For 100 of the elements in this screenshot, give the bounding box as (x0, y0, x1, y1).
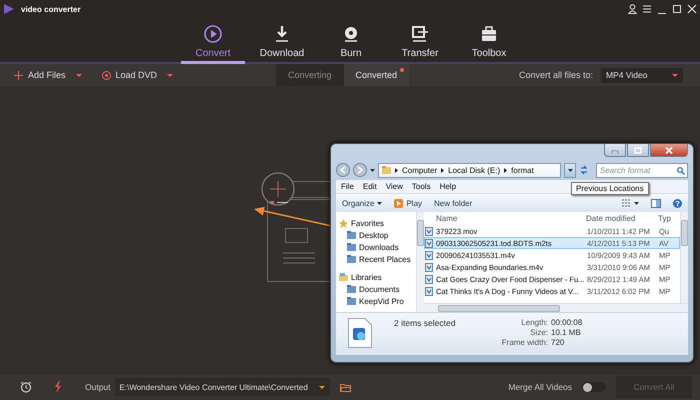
nav-pane-item[interactable]: Recent Places (344, 253, 411, 265)
column-header[interactable]: Date modified (586, 214, 658, 223)
segment-tab[interactable]: Converted (344, 64, 410, 86)
menu-item[interactable]: View (386, 180, 403, 193)
chevron-icon (395, 168, 398, 172)
video-file-icon (425, 262, 433, 272)
output-label: Output (85, 382, 111, 392)
scrollbar[interactable] (424, 303, 688, 312)
nav-tab[interactable]: Transfer (388, 18, 452, 64)
refresh-button[interactable] (579, 165, 589, 175)
selection-summary: 2 items selected (394, 318, 456, 328)
nav-pane-item[interactable]: Desktop (344, 229, 388, 241)
caret-icon (672, 74, 678, 76)
minimize-icon (657, 13, 667, 14)
search-icon (677, 166, 685, 174)
schedule-button[interactable] (20, 381, 32, 393)
folder-icon (347, 231, 356, 239)
video-file-icon (425, 250, 433, 260)
command-button[interactable]: Play (394, 198, 422, 208)
merge-toggle[interactable] (582, 382, 606, 392)
close-button[interactable] (650, 144, 688, 157)
nav-pane-item[interactable]: Libraries (336, 271, 382, 283)
convert-label: Convert all files to: (518, 70, 593, 80)
segment-tab[interactable]: Converting (276, 64, 344, 86)
detail-value: 10.1 MB (551, 328, 582, 337)
menu-button[interactable] (642, 4, 652, 14)
caret-icon (318, 386, 325, 388)
acceleration-button[interactable] (54, 381, 62, 393)
caret-icon (568, 168, 572, 172)
user-icon (628, 4, 637, 14)
history-button[interactable] (370, 168, 375, 172)
folder-icon (382, 166, 391, 174)
merge-label: Merge All Videos (508, 382, 572, 392)
video-file-icon (348, 318, 372, 348)
back-button[interactable] (336, 163, 350, 177)
nav-tab[interactable]: Toolbox (457, 18, 521, 64)
toolbox-icon (479, 24, 499, 44)
nav-pane-item[interactable]: Downloads (344, 241, 399, 253)
convert-icon (203, 24, 223, 44)
nav-pane-item[interactable]: Documents (344, 283, 400, 295)
nav-pane-item[interactable]: Favorites (336, 217, 384, 229)
preview-pane-button[interactable] (651, 198, 661, 208)
previous-locations-button[interactable] (564, 162, 576, 178)
close-icon (687, 4, 697, 14)
output-path-field[interactable]: E:\Wondershare Video Converter Ultimate\Converted (114, 378, 330, 396)
detail-label: Length: (520, 318, 548, 327)
breadcrumb-item[interactable]: Local Disk (E:) (448, 166, 500, 174)
transfer-icon (410, 24, 430, 44)
nav-tab[interactable]: Burn (319, 18, 383, 64)
menu-item[interactable]: Edit (362, 180, 377, 193)
disc-icon (102, 70, 111, 80)
folder-icon (347, 297, 356, 305)
scrollbar[interactable] (680, 212, 688, 303)
refresh-icon (579, 165, 589, 175)
forward-icon (353, 163, 367, 177)
command-button[interactable]: Organize (342, 198, 382, 208)
chevron-icon (441, 168, 444, 172)
video-file-icon (425, 238, 433, 248)
detail-label: Size: (529, 328, 548, 337)
plus-icon (14, 70, 23, 80)
account-button[interactable] (628, 4, 637, 14)
column-header[interactable]: Name (424, 214, 586, 223)
nav-tab[interactable]: Download (250, 18, 314, 64)
caret-icon (370, 168, 375, 172)
caret-icon (167, 74, 174, 76)
scrollbar[interactable] (416, 212, 424, 312)
search-field[interactable]: Search format (596, 162, 688, 178)
load-dvd-button[interactable]: Load DVD (102, 70, 174, 80)
logo-icon (3, 3, 15, 15)
help-button[interactable] (673, 198, 682, 208)
command-button[interactable]: New folder (434, 198, 472, 208)
breadcrumb-item[interactable]: format (511, 166, 534, 174)
detail-value: 720 (551, 338, 566, 347)
maximize-icon (672, 4, 682, 14)
add-files-button[interactable]: Add Files (14, 70, 82, 80)
tooltip: Previous Locations (571, 182, 649, 195)
menu-item[interactable]: Help (440, 180, 456, 193)
video-file-icon (425, 286, 433, 296)
open-folder-button[interactable] (340, 382, 351, 392)
chevron-icon (504, 168, 508, 172)
window-title: video converter (21, 4, 81, 14)
help-icon (673, 198, 682, 208)
column-header[interactable]: Typ (658, 214, 678, 223)
breadcrumb-item[interactable]: Computer (402, 166, 438, 174)
play-icon (394, 198, 404, 208)
view-icon (622, 199, 631, 207)
folder-icon (347, 243, 356, 251)
library-icon (339, 272, 348, 282)
caret-icon (634, 202, 639, 204)
menu-item[interactable]: File (341, 180, 354, 193)
caret-icon (377, 202, 382, 204)
view-button[interactable] (622, 199, 639, 207)
format-select[interactable]: MP4 Video (601, 68, 683, 82)
folder-icon (340, 382, 351, 392)
video-file-icon (425, 226, 433, 236)
nav-pane-item[interactable]: KeepVid Pro (344, 295, 404, 307)
menu-item[interactable]: Tools (412, 180, 431, 193)
detail-value: 00:00:08 (551, 318, 582, 327)
folder-icon (347, 285, 356, 293)
folder-icon (347, 255, 356, 263)
